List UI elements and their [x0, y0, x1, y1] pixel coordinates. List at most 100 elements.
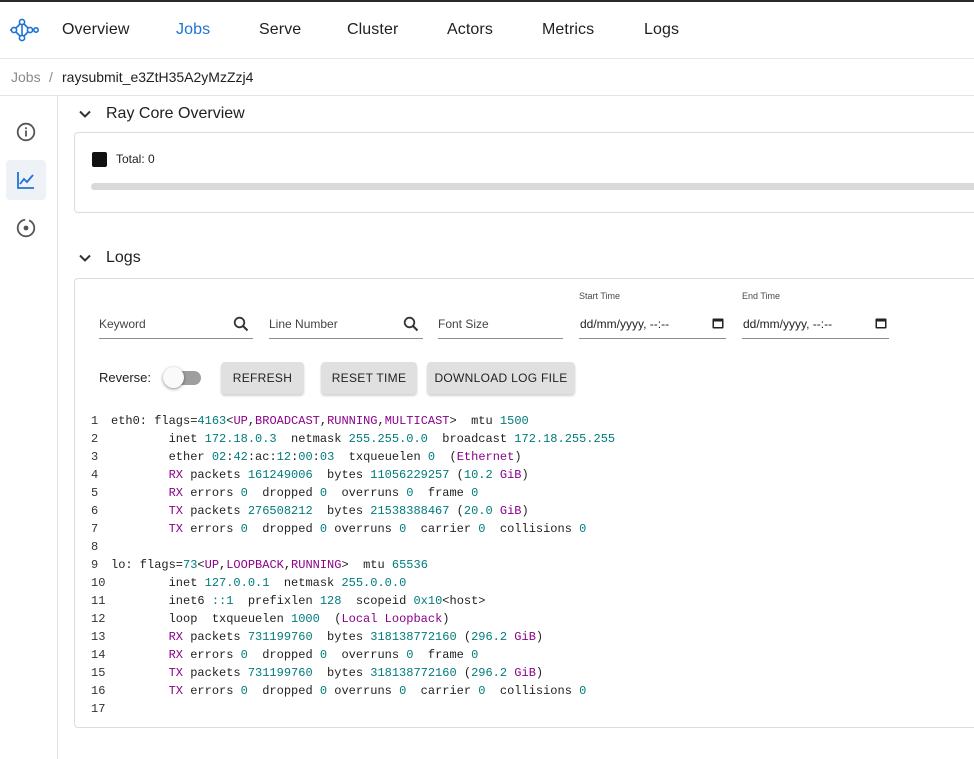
log-line: 6 TX packets 276508212 bytes 21538388467… — [88, 502, 968, 520]
log-line-text: loop txqueuelen 1000 (Local Loopback) — [111, 612, 450, 626]
sidebar-metrics-button[interactable] — [6, 160, 46, 200]
reverse-toggle-knob[interactable] — [163, 367, 184, 388]
log-line-number: 13 — [91, 630, 106, 644]
refresh-button[interactable]: REFRESH — [221, 362, 304, 394]
reverse-label: Reverse: — [99, 370, 152, 385]
log-line-number: 3 — [91, 450, 99, 464]
log-line-text: inet 172.18.0.3 netmask 255.255.0.0 broa… — [111, 432, 616, 446]
font-size-underline — [438, 338, 563, 339]
log-line: 5 RX errors 0 dropped 0 overruns 0 frame… — [88, 484, 968, 502]
ray-core-card: Total: 0 — [74, 132, 974, 213]
log-line: 15 TX packets 731199760 bytes 3181387721… — [88, 664, 968, 682]
log-line: 14 RX errors 0 dropped 0 overruns 0 fram… — [88, 646, 968, 664]
nav-overview[interactable]: Overview — [62, 21, 129, 39]
reset-time-button[interactable]: RESET TIME — [321, 362, 417, 394]
target-icon — [16, 218, 36, 238]
log-line-number: 1 — [91, 414, 99, 428]
search-icon[interactable] — [233, 316, 249, 332]
log-line: 4 RX packets 161249006 bytes 11056229257… — [88, 466, 968, 484]
log-line: 17 — [88, 700, 968, 712]
task-progress-bar — [91, 183, 974, 190]
log-line-number: 5 — [91, 486, 99, 500]
log-line-number: 4 — [91, 468, 99, 482]
keyword-placeholder: Keyword — [99, 317, 146, 331]
log-line-text: RX errors 0 dropped 0 overruns 0 frame 0 — [168, 486, 479, 500]
log-line-number: 16 — [91, 684, 106, 698]
log-line-number: 6 — [91, 504, 99, 518]
log-line-text: RX packets 731199760 bytes 318138772160 … — [168, 630, 544, 644]
logs-section-header[interactable]: Logs — [78, 249, 141, 267]
nav-cluster[interactable]: Cluster — [347, 21, 398, 39]
log-line: 3 ether 02:42:ac:12:00:03 txqueuelen 0 (… — [88, 448, 968, 466]
line-number-placeholder: Line Number — [269, 317, 338, 331]
download-log-button[interactable]: DOWNLOAD LOG FILE — [427, 362, 575, 394]
legend-total-label: Total: 0 — [116, 152, 155, 166]
end-time-value: dd/mm/yyyy, --:-- — [743, 317, 833, 331]
font-size-placeholder: Font Size — [438, 317, 489, 331]
line-number-underline — [269, 338, 423, 339]
log-line-text: RX packets 161249006 bytes 11056229257 (… — [168, 468, 529, 482]
nav-jobs[interactable]: Jobs — [176, 21, 210, 39]
ray-core-title: Ray Core Overview — [106, 105, 245, 122]
sidebar-target-button[interactable] — [6, 208, 46, 248]
log-line-number: 10 — [91, 576, 106, 590]
nav-serve[interactable]: Serve — [259, 21, 301, 39]
log-line-number: 15 — [91, 666, 106, 680]
log-line-text: TX packets 731199760 bytes 318138772160 … — [168, 666, 544, 680]
keyword-underline — [99, 338, 253, 339]
log-line-number: 14 — [91, 648, 106, 662]
log-line-text: ether 02:42:ac:12:00:03 txqueuelen 0 (Et… — [111, 450, 522, 464]
ray-logo-icon[interactable] — [9, 15, 39, 45]
logs-title: Logs — [106, 249, 141, 266]
chevron-down-icon — [79, 110, 91, 118]
log-line: 8 — [88, 538, 968, 556]
log-line: 7 TX errors 0 dropped 0 overruns 0 carri… — [88, 520, 968, 538]
end-time-underline — [742, 338, 889, 339]
log-line-text: TX errors 0 dropped 0 overruns 0 carrier… — [168, 522, 587, 536]
log-line: 2 inet 172.18.0.3 netmask 255.255.0.0 br… — [88, 430, 968, 448]
breadcrumb: Jobs / raysubmit_e3ZtH35A2yMzZzj4 — [0, 59, 974, 96]
chart-line-icon — [17, 172, 34, 189]
log-line-number: 12 — [91, 612, 106, 626]
log-line-text: lo: flags=73<UP,LOOPBACK,RUNNING> mtu 65… — [111, 558, 428, 572]
breadcrumb-separator: / — [49, 69, 53, 85]
log-line-text: eth0: flags=4163<UP,BROADCAST,RUNNING,MU… — [111, 414, 529, 428]
log-line: 1 eth0: flags=4163<UP,BROADCAST,RUNNING,M… — [88, 412, 968, 430]
log-line: 12 loop txqueuelen 1000 (Local Loopback) — [88, 610, 968, 628]
start-time-underline — [579, 338, 726, 339]
end-time-label: End Time — [742, 291, 781, 301]
log-viewer[interactable]: 1 eth0: flags=4163<UP,BROADCAST,RUNNING,M… — [88, 412, 968, 712]
log-line-text: inet6 ::1 prefixlen 128 scopeid 0x10<hos… — [111, 594, 486, 608]
log-line-text: TX packets 276508212 bytes 21538388467 (… — [168, 504, 529, 518]
log-line-number: 2 — [91, 432, 99, 446]
info-icon — [16, 122, 36, 142]
nav-actors[interactable]: Actors — [447, 21, 493, 39]
nav-logs[interactable]: Logs — [644, 21, 679, 39]
log-line-number: 8 — [91, 540, 99, 554]
log-line: 16 TX errors 0 dropped 0 overruns 0 carr… — [88, 682, 968, 700]
log-line-number: 17 — [91, 702, 106, 712]
search-icon[interactable] — [403, 316, 419, 332]
sidebar — [0, 96, 58, 759]
breadcrumb-current-job: raysubmit_e3ZtH35A2yMzZzj4 — [62, 69, 254, 85]
chevron-down-icon — [79, 254, 91, 262]
log-line-text: TX errors 0 dropped 0 overruns 0 carrier… — [168, 684, 587, 698]
log-line: 10 inet 127.0.0.1 netmask 255.0.0.0 — [88, 574, 968, 592]
log-line-number: 7 — [91, 522, 99, 536]
log-line: 9 lo: flags=73<UP,LOOPBACK,RUNNING> mtu 6… — [88, 556, 968, 574]
top-navigation-bar: Overview Jobs Serve Cluster Actors Metri… — [0, 0, 974, 59]
ray-core-section-header[interactable]: Ray Core Overview — [78, 105, 245, 123]
start-time-label: Start Time — [579, 291, 621, 301]
log-line-number: 9 — [91, 558, 99, 572]
breadcrumb-jobs-link[interactable]: Jobs — [11, 69, 41, 85]
log-line-number: 11 — [91, 594, 106, 608]
sidebar-info-button[interactable] — [6, 112, 46, 152]
legend-swatch — [92, 152, 107, 167]
log-line-text: RX errors 0 dropped 0 overruns 0 frame 0 — [168, 648, 479, 662]
log-line-text: inet 127.0.0.1 netmask 255.0.0.0 — [111, 576, 407, 590]
nav-metrics[interactable]: Metrics — [542, 21, 594, 39]
log-line: 11 inet6 ::1 prefixlen 128 scopeid 0x10<… — [88, 592, 968, 610]
log-line: 13 RX packets 731199760 bytes 3181387721… — [88, 628, 968, 646]
calendar-icon[interactable] — [712, 317, 724, 329]
calendar-icon[interactable] — [875, 317, 887, 329]
